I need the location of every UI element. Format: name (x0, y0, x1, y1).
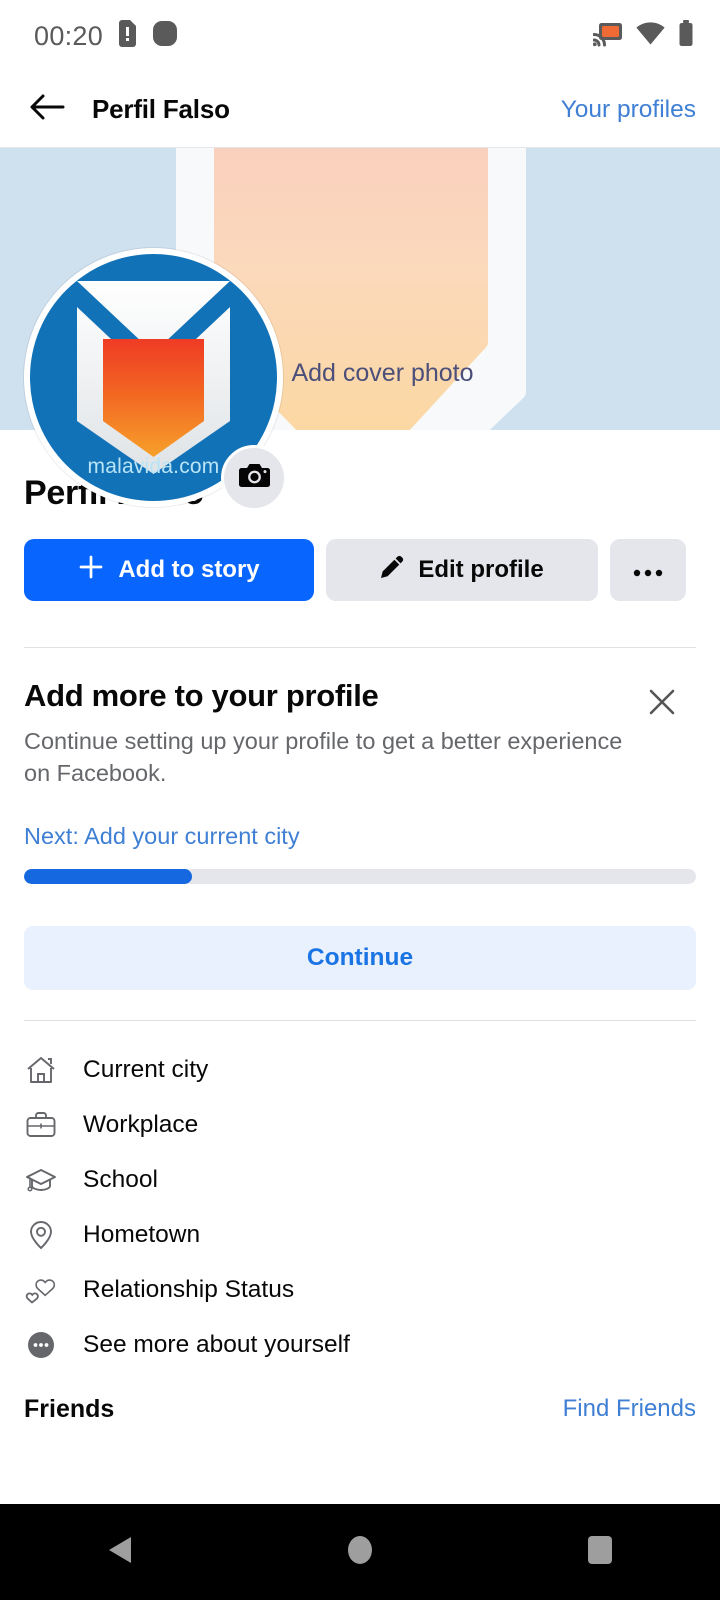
change-profile-photo-button[interactable] (221, 445, 287, 511)
rounded-square-icon (152, 20, 178, 52)
nav-home-circle-icon (346, 1534, 374, 1571)
house-icon (24, 1053, 58, 1087)
add-to-story-label: Add to story (118, 556, 260, 583)
cast-icon (592, 21, 623, 52)
location-pin-icon (24, 1218, 58, 1252)
android-navigation-bar (0, 1504, 720, 1600)
sim-alert-icon (117, 20, 138, 52)
add-more-subtitle: Continue setting up your profile to get … (24, 728, 623, 786)
info-row-label: See more about yourself (83, 1331, 350, 1359)
your-profiles-link[interactable]: Your profiles (561, 96, 696, 124)
info-row-label: School (83, 1166, 158, 1194)
back-button[interactable] (24, 87, 70, 133)
nav-recents-square-icon (587, 1535, 613, 1570)
battery-icon (678, 20, 694, 52)
add-more-title: Add more to your profile (24, 678, 379, 713)
info-row-label: Workplace (83, 1111, 199, 1139)
info-row[interactable]: Current city (24, 1043, 696, 1098)
add-more-next-link[interactable]: Next: Add your current city (24, 823, 696, 850)
add-more-section: Add more to your profile Continue settin… (0, 648, 720, 990)
status-time: 00:20 (34, 20, 104, 51)
setup-progress-fill (24, 868, 192, 884)
avatar[interactable]: malavida.com (24, 248, 287, 511)
wifi-icon (636, 22, 665, 50)
info-row[interactable]: Relationship Status (24, 1263, 696, 1318)
hearts-icon (24, 1273, 58, 1307)
add-to-story-button[interactable]: Add to story (24, 539, 314, 601)
info-row-label: Hometown (83, 1221, 201, 1249)
continue-button[interactable]: Continue (24, 925, 696, 990)
profile-actions: Add to story Edit profile (0, 513, 720, 601)
status-bar-right (592, 20, 694, 52)
profile-info-list: Current city Workplace School Hometown Relat… (0, 1021, 720, 1373)
nav-home-button[interactable] (312, 1504, 408, 1600)
plus-icon (78, 554, 104, 587)
graduation-cap-icon (24, 1163, 58, 1197)
add-cover-photo-label: Add cover photo (291, 359, 474, 387)
setup-progress-bar (24, 868, 696, 884)
more-options-button[interactable] (610, 539, 686, 601)
edit-profile-label: Edit profile (418, 556, 544, 583)
status-bar-left: 00:20 (34, 20, 178, 52)
ellipsis-circle-icon (24, 1328, 58, 1362)
nav-recents-button[interactable] (552, 1504, 648, 1600)
info-row[interactable]: Workplace (24, 1098, 696, 1153)
back-arrow-icon (29, 93, 65, 126)
nav-back-button[interactable] (72, 1504, 168, 1600)
find-friends-link[interactable]: Find Friends (563, 1395, 696, 1423)
friends-title: Friends (24, 1394, 115, 1423)
info-row-label: Current city (83, 1056, 209, 1084)
close-add-more-button[interactable] (642, 684, 682, 724)
status-bar: 00:20 (0, 0, 720, 72)
nav-back-triangle-icon (105, 1534, 135, 1571)
ellipsis-icon (633, 556, 663, 584)
briefcase-icon (24, 1108, 58, 1142)
info-row[interactable]: See more about yourself (24, 1318, 696, 1373)
camera-icon (238, 462, 270, 494)
pencil-icon (380, 555, 404, 586)
edit-profile-button[interactable]: Edit profile (326, 539, 598, 601)
app-bar: Perfil Falso Your profiles (0, 72, 720, 148)
info-row[interactable]: Hometown (24, 1208, 696, 1263)
close-icon (647, 687, 677, 722)
info-row[interactable]: School (24, 1153, 696, 1208)
page-title: Perfil Falso (92, 94, 230, 124)
info-row-label: Relationship Status (83, 1276, 295, 1304)
friends-header: Friends Find Friends (0, 1373, 720, 1424)
malavida-logo-icon (77, 281, 230, 474)
